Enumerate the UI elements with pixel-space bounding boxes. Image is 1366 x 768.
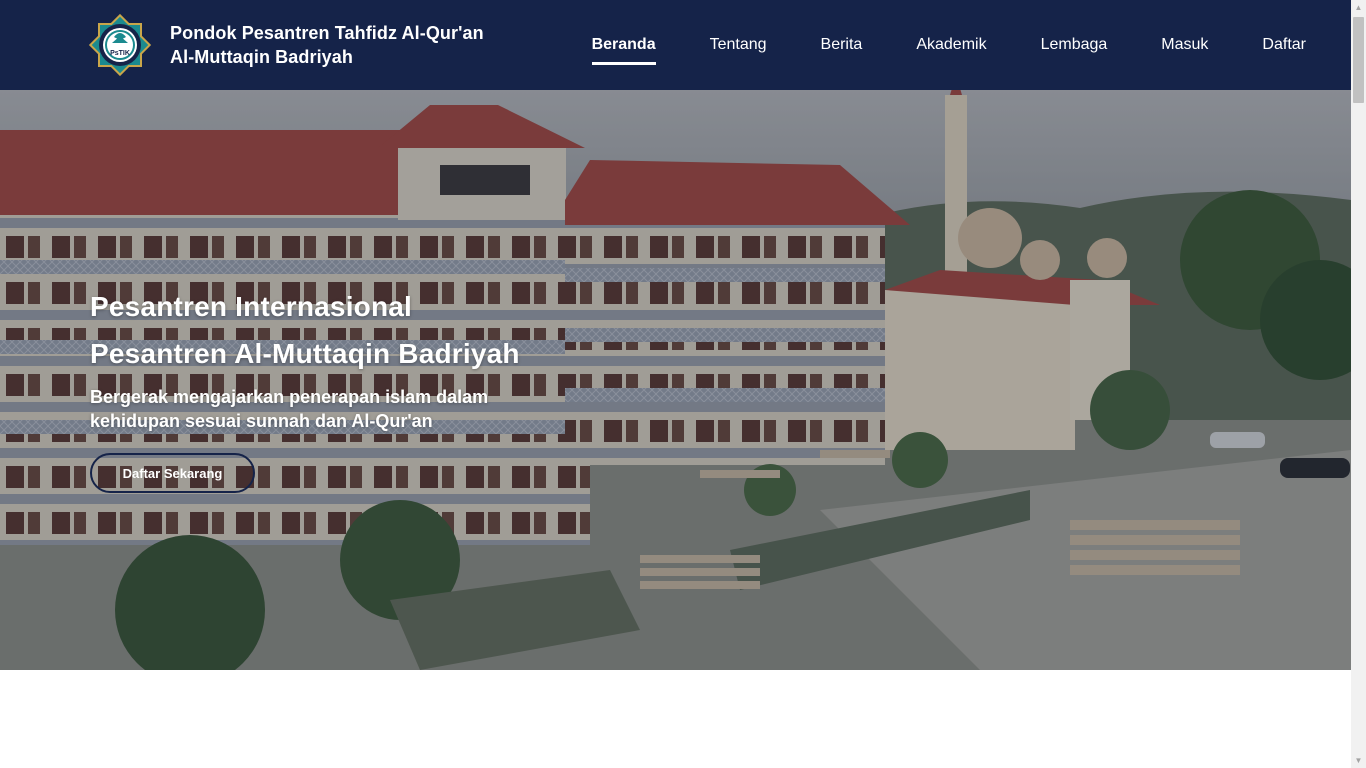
school-emblem-icon: PsTIK	[88, 13, 152, 77]
hero-title-line1: Pesantren Internasional	[90, 291, 413, 322]
nav-item-tentang[interactable]: Tentang	[710, 28, 767, 62]
nav-item-beranda[interactable]: Beranda	[591, 28, 656, 65]
scroll-down-arrow-icon[interactable]: ▼	[1351, 753, 1366, 768]
nav-item-lembaga[interactable]: Lembaga	[1041, 28, 1108, 62]
register-now-button[interactable]: Daftar Sekarang	[90, 453, 255, 493]
brand-name: Pondok Pesantren Tahfidz Al-Qur'an Al-Mu…	[170, 21, 484, 69]
hero-section: Pesantren Internasional Pesantren Al-Mut…	[0, 90, 1351, 670]
scroll-up-arrow-icon[interactable]: ▲	[1351, 0, 1366, 15]
hero-overlay	[0, 90, 1351, 670]
navbar: PsTIK Pondok Pesantren Tahfidz Al-Qur'an…	[0, 0, 1351, 90]
main-nav: Beranda Tentang Berita Akademik Lembaga …	[538, 0, 1306, 90]
hero-title-line2: Pesantren Al-Muttaqin Badriyah	[90, 338, 520, 369]
brand-name-line2: Al-Muttaqin Badriyah	[170, 47, 354, 67]
nav-item-daftar[interactable]: Daftar	[1262, 28, 1306, 62]
brand-link[interactable]: PsTIK Pondok Pesantren Tahfidz Al-Qur'an…	[84, 10, 484, 80]
page-scrollbar[interactable]: ▲ ▼	[1351, 0, 1366, 768]
scroll-thumb[interactable]	[1353, 17, 1364, 103]
nav-item-masuk[interactable]: Masuk	[1161, 28, 1208, 62]
brand-name-line1: Pondok Pesantren Tahfidz Al-Qur'an	[170, 23, 484, 43]
logo-text: PsTIK	[110, 50, 130, 57]
nav-item-berita[interactable]: Berita	[821, 28, 863, 62]
nav-item-akademik[interactable]: Akademik	[916, 28, 986, 62]
hero-subtitle: Bergerak mengajarkan penerapan islam dal…	[90, 387, 489, 431]
